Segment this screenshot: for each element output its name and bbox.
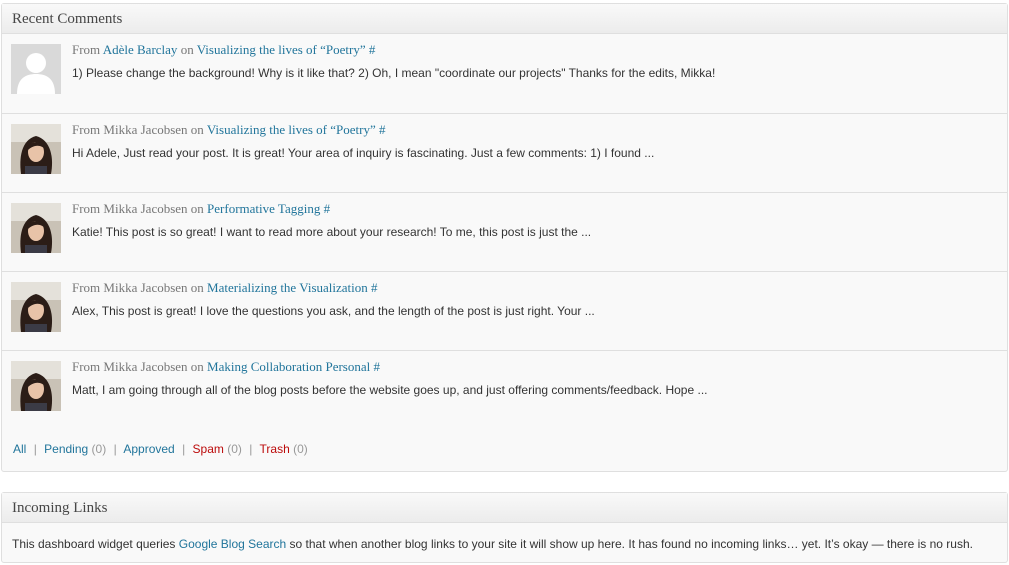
user-photo-avatar [11, 203, 61, 253]
comment-post-link[interactable]: Visualizing the lives of “Poetry” [197, 42, 366, 57]
filter-separator: | [113, 442, 117, 456]
filter-separator: | [182, 442, 186, 456]
comment-excerpt: Katie! This post is so great! I want to … [72, 225, 592, 239]
comment-excerpt: Hi Adele, Just read your post. It is gre… [72, 146, 655, 160]
comment-permalink[interactable]: # [374, 359, 381, 374]
comment-permalink[interactable]: # [371, 280, 378, 295]
from-label: From [72, 201, 101, 216]
message-text: so that when another blog links to your … [286, 537, 973, 551]
filter-spam-link[interactable]: Spam [193, 442, 224, 456]
comment-author: Mikka Jacobsen [103, 280, 188, 295]
comment-author: Mikka Jacobsen [103, 122, 188, 137]
user-photo-avatar [11, 124, 61, 174]
comment-author: Mikka Jacobsen [103, 201, 188, 216]
comment-excerpt: Matt, I am going through all of the blog… [72, 383, 708, 397]
on-label: on [190, 280, 204, 295]
on-label: on [180, 42, 194, 57]
comment-author-link[interactable]: Adèle Barclay [103, 42, 178, 57]
comment-post-link[interactable]: Materializing the Visualization [207, 280, 368, 295]
user-photo-avatar [11, 361, 61, 411]
incoming-links-widget: Incoming Links This dashboard widget que… [1, 492, 1008, 563]
comment-meta: From Mikka Jacobsen on Visualizing the l… [72, 122, 385, 138]
comment-item: From Mikka Jacobsen on Materializing the… [2, 272, 1007, 351]
comment-post-link[interactable]: Making Collaboration Personal [207, 359, 370, 374]
comment-meta: From Mikka Jacobsen on Materializing the… [72, 280, 378, 296]
filter-pending-link[interactable]: Pending [44, 442, 88, 456]
filter-separator: | [33, 442, 37, 456]
comment-permalink[interactable]: # [379, 122, 386, 137]
comment-item: From Adèle Barclay on Visualizing the li… [2, 34, 1007, 114]
comment-post-link[interactable]: Performative Tagging [207, 201, 320, 216]
recent-comments-widget: Recent Comments From Adèle Barclay on Vi… [1, 3, 1008, 472]
spam-count: (0) [227, 442, 242, 456]
pending-count: (0) [91, 442, 107, 456]
comment-meta: From Mikka Jacobsen on Making Collaborat… [72, 359, 380, 375]
user-photo-avatar [11, 282, 61, 332]
comment-author: Mikka Jacobsen [103, 359, 188, 374]
comment-excerpt: 1) Please change the background! Why is … [72, 66, 716, 80]
on-label: on [190, 201, 204, 216]
comment-meta: From Mikka Jacobsen on Performative Tagg… [72, 201, 330, 217]
comment-excerpt: Alex, This post is great! I love the que… [72, 304, 595, 318]
from-label: From [72, 359, 101, 374]
comment-post-link[interactable]: Visualizing the lives of “Poetry” [207, 122, 376, 137]
from-label: From [72, 122, 101, 137]
comment-permalink[interactable]: # [324, 201, 331, 216]
filter-approved-link[interactable]: Approved [123, 442, 174, 456]
comment-meta: From Adèle Barclay on Visualizing the li… [72, 42, 375, 58]
comment-item: From Mikka Jacobsen on Making Collaborat… [2, 351, 1007, 430]
on-label: on [190, 359, 204, 374]
comment-filter-links: All | Pending (0) | Approved | Spam (0) … [13, 442, 308, 456]
from-label: From [72, 280, 101, 295]
on-label: on [190, 122, 204, 137]
comment-permalink[interactable]: # [369, 42, 376, 57]
default-avatar-icon [11, 44, 61, 94]
filter-trash-link[interactable]: Trash [260, 442, 290, 456]
comment-item: From Mikka Jacobsen on Performative Tagg… [2, 193, 1007, 272]
comment-item: From Mikka Jacobsen on Visualizing the l… [2, 114, 1007, 193]
widget-title[interactable]: Recent Comments [2, 4, 1007, 34]
widget-title[interactable]: Incoming Links [2, 493, 1007, 523]
filter-all-link[interactable]: All [13, 442, 26, 456]
trash-count: (0) [293, 442, 308, 456]
filter-separator: | [249, 442, 253, 456]
message-text: This dashboard widget queries [12, 537, 179, 551]
google-blog-search-link[interactable]: Google Blog Search [179, 537, 286, 551]
incoming-links-message: This dashboard widget queries Google Blo… [12, 537, 973, 551]
from-label: From [72, 42, 101, 57]
